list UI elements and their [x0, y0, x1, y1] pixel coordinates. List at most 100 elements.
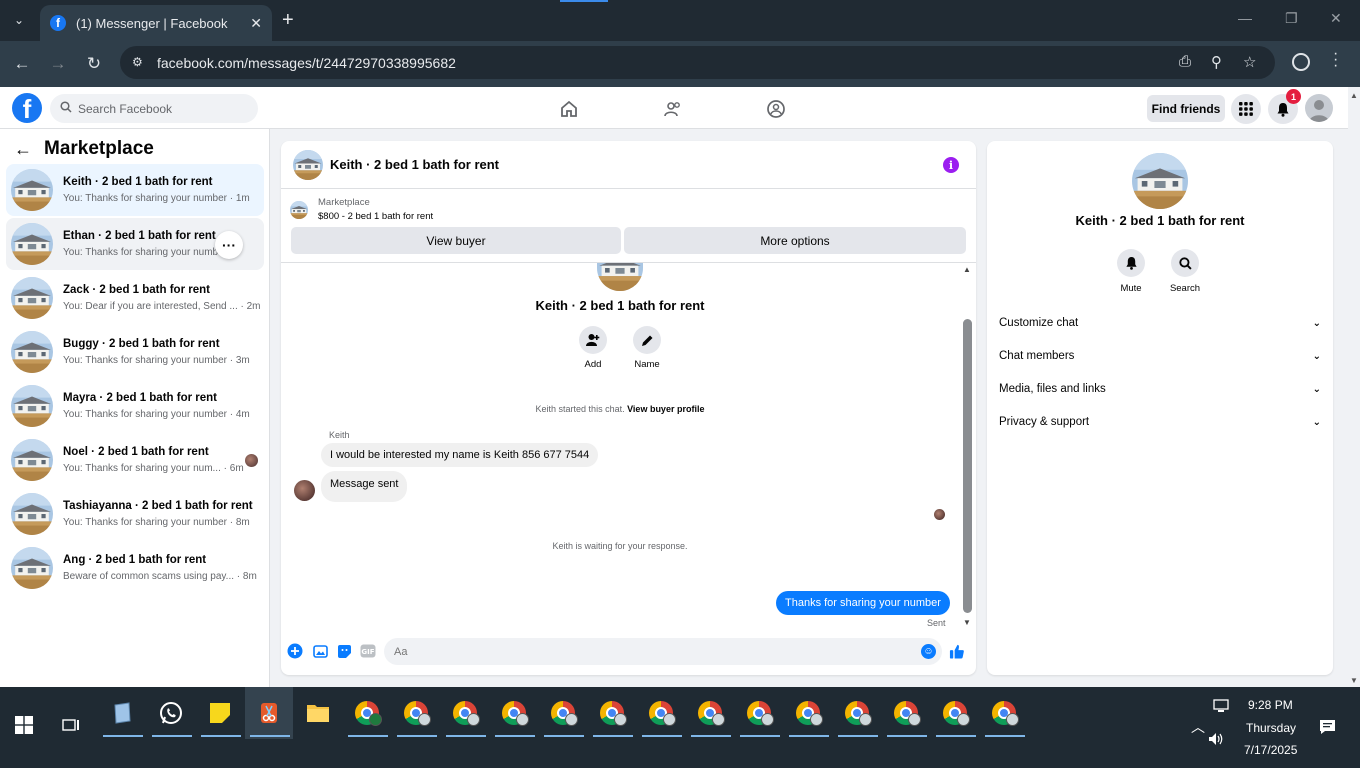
find-friends-button[interactable]: Find friends [1147, 95, 1225, 122]
conversation-zack[interactable]: Zack · 2 bed 1 bath for rent You: Dear if… [6, 272, 264, 324]
sticker-icon[interactable] [336, 643, 352, 659]
view-buyer-button[interactable]: View buyer [291, 227, 621, 254]
chat-members-item[interactable]: Chat members ⌄ [999, 345, 1321, 367]
chrome-app-icon[interactable] [446, 695, 486, 737]
scroll-thumb[interactable] [963, 319, 972, 613]
chrome-app-icon[interactable] [495, 695, 535, 737]
scroll-up-arrow-icon[interactable]: ▲ [1350, 91, 1358, 100]
whatsapp-app-icon[interactable] [152, 695, 192, 737]
snipping-tool-app-icon[interactable] [250, 695, 290, 737]
info-icon[interactable]: i [943, 157, 959, 173]
new-tab-button[interactable]: + [282, 9, 294, 31]
tab-search-button[interactable]: ⌄ [8, 9, 30, 31]
thumbs-up-icon[interactable] [949, 643, 965, 659]
chrome-app-icon[interactable] [838, 695, 878, 737]
menu-grid-icon[interactable] [1231, 94, 1261, 124]
url-field[interactable]: ⚙ facebook.com/messages/t/24472970338995… [120, 46, 1275, 79]
browser-tab[interactable]: f (1) Messenger | Facebook ✕ [40, 5, 272, 41]
conversation-keith[interactable]: Keith · 2 bed 1 bath for rent You: Thanks… [6, 164, 264, 216]
chat-header-thumbnail[interactable] [293, 149, 323, 180]
install-app-icon[interactable]: ⎙ [1179, 53, 1191, 70]
chrome-app-icon[interactable] [887, 695, 927, 737]
volume-icon[interactable] [1203, 729, 1231, 749]
task-view-icon[interactable] [52, 707, 90, 743]
scroll-up-arrow-icon[interactable]: ▲ [963, 265, 971, 274]
conversation-ang[interactable]: Ang · 2 bed 1 bath for rent Beware of com… [6, 542, 264, 594]
chrome-app-icon[interactable] [691, 695, 731, 737]
facebook-search-field[interactable]: Search Facebook [50, 94, 258, 123]
mute-action[interactable]: Mute [1106, 249, 1156, 294]
network-icon[interactable] [1203, 688, 1241, 724]
back-button[interactable]: ← [12, 54, 32, 74]
chat-scrollbar[interactable]: ▲ ▼ [963, 265, 972, 627]
back-arrow-icon[interactable]: ← [14, 139, 32, 160]
pencil-icon[interactable] [633, 326, 661, 354]
photo-icon[interactable] [312, 643, 328, 659]
scroll-down-arrow-icon[interactable]: ▼ [963, 618, 971, 627]
facebook-logo-icon[interactable]: f [12, 93, 42, 124]
conversation-buggy[interactable]: Buggy · 2 bed 1 bath for rent You: Thanks… [6, 326, 264, 378]
search-action[interactable]: Search [1160, 249, 1210, 294]
search-label: Search [1169, 283, 1201, 294]
windows-start-icon[interactable] [5, 707, 43, 743]
clock-time[interactable]: 9:28 PM [1248, 698, 1293, 712]
gif-icon[interactable]: GIF [360, 643, 376, 659]
sender-avatar[interactable] [294, 480, 315, 501]
account-avatar[interactable] [1305, 94, 1333, 122]
conversation-mayra[interactable]: Mayra · 2 bed 1 bath for rent You: Thanks… [6, 380, 264, 432]
clock-day[interactable]: Thursday [1246, 721, 1296, 735]
add-action[interactable]: Add [568, 326, 618, 370]
view-buyer-profile-link[interactable]: View buyer profile [627, 404, 704, 414]
customize-chat-item[interactable]: Customize chat ⌄ [999, 312, 1321, 334]
page-scrollbar[interactable]: ▲ ▼ [1348, 87, 1360, 687]
chrome-app-icon[interactable] [740, 695, 780, 737]
close-tab-icon[interactable]: ✕ [250, 15, 262, 32]
groups-icon[interactable] [764, 98, 788, 120]
home-icon[interactable] [557, 98, 581, 120]
conversation-ethan[interactable]: Ethan · 2 bed 1 bath for rent You: Thanks… [6, 218, 264, 270]
chrome-app-icon[interactable] [642, 695, 682, 737]
chrome-app-icon[interactable] [936, 695, 976, 737]
clock-date[interactable]: 7/17/2025 [1244, 743, 1297, 757]
incoming-message[interactable]: I would be interested my name is Keith 8… [321, 443, 599, 467]
plus-circle-icon[interactable] [287, 643, 303, 659]
chat-header-name[interactable]: Keith · 2 bed 1 bath for rent [330, 157, 499, 172]
chrome-app-icon[interactable] [397, 695, 437, 737]
scroll-down-arrow-icon[interactable]: ▼ [1350, 676, 1358, 685]
minimize-button[interactable]: — [1238, 10, 1252, 26]
add-person-icon[interactable] [579, 326, 607, 354]
browser-profile-icon[interactable] [1292, 53, 1310, 71]
notepad-app-icon[interactable] [103, 695, 143, 737]
bookmark-star-icon[interactable]: ☆ [1243, 53, 1256, 71]
chrome-app-icon[interactable] [544, 695, 584, 737]
chrome-app-icon[interactable] [985, 695, 1025, 737]
zoom-icon[interactable]: ⚲ [1211, 53, 1222, 71]
restore-button[interactable]: ❐ [1285, 10, 1298, 27]
conversation-noel[interactable]: Noel · 2 bed 1 bath for rent You: Thanks … [6, 434, 264, 486]
file-explorer-app-icon[interactable] [299, 695, 337, 731]
more-options-button[interactable]: More options [624, 227, 966, 254]
outgoing-message[interactable]: Thanks for sharing your number [776, 591, 950, 615]
chrome-app-icon[interactable] [593, 695, 633, 737]
friends-icon[interactable] [661, 98, 685, 120]
listing-row[interactable]: Marketplace $800 - 2 bed 1 bath for rent [290, 197, 433, 222]
search-icon[interactable] [1171, 249, 1199, 277]
site-info-icon[interactable]: ⚙ [132, 55, 143, 69]
message-input[interactable] [384, 638, 942, 665]
privacy-support-item[interactable]: Privacy & support ⌄ [999, 411, 1321, 433]
browser-menu-icon[interactable]: · · · [1333, 46, 1338, 74]
bell-icon[interactable] [1117, 249, 1145, 277]
conversation-tashiayanna[interactable]: Tashiayanna · 2 bed 1 bath for rent You: … [6, 488, 264, 540]
sticky-notes-app-icon[interactable] [201, 695, 241, 737]
emoji-icon[interactable]: ☺ [921, 644, 936, 659]
incoming-message[interactable]: Message sent [321, 471, 408, 502]
reload-button[interactable]: ↻ [84, 54, 104, 74]
notification-center-icon[interactable] [1308, 709, 1346, 745]
name-action[interactable]: Name [622, 326, 672, 370]
chrome-app-icon[interactable] [789, 695, 829, 737]
close-window-button[interactable]: ✕ [1330, 10, 1342, 27]
chrome-app-icon[interactable] [348, 695, 388, 737]
media-files-links-item[interactable]: Media, files and links ⌄ [999, 378, 1321, 400]
conversation-more-options-button[interactable]: ··· [215, 231, 243, 259]
forward-button[interactable]: → [48, 54, 68, 74]
